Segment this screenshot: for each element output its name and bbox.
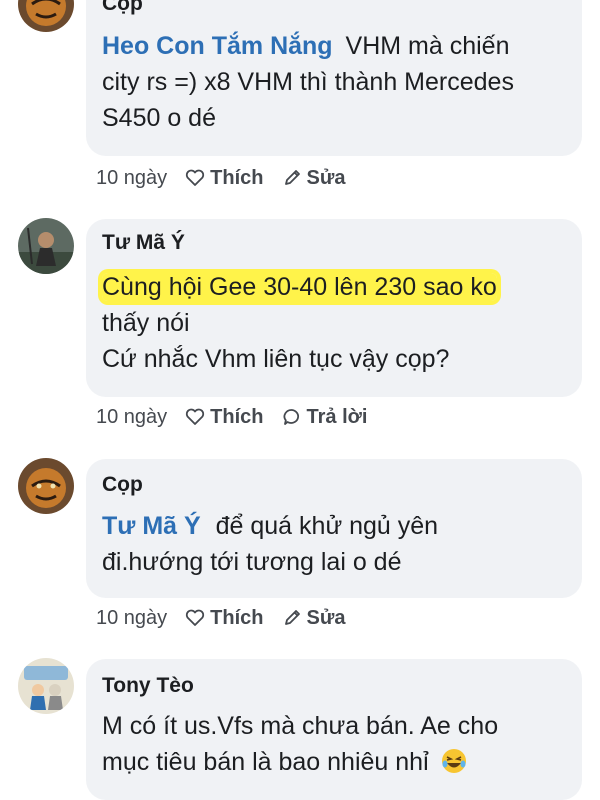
avatar-tu-ma-y[interactable] xyxy=(18,218,74,274)
comment-text-line: mục tiêu bán là bao nhiêu nhỉ xyxy=(102,748,429,776)
speech-bubble-icon xyxy=(283,409,299,425)
like-button[interactable]: Thích xyxy=(185,166,264,190)
comment-time[interactable]: 10 ngày xyxy=(96,406,167,429)
comment-bubble: Cọp Tư Mã Ý để quá khử ngủ yên đi.hướng … xyxy=(86,459,582,598)
laughing-emoji-icon xyxy=(440,747,468,775)
comment-text-line: để quá khử ngủ yên xyxy=(215,512,439,540)
comment-text-line: M có ít us.Vfs mà chưa bán. Ae cho xyxy=(102,712,499,740)
comment-text-line: S450 o dé xyxy=(102,104,216,132)
like-button[interactable]: Thích xyxy=(185,606,264,630)
pencil-icon xyxy=(284,610,300,625)
comment-author[interactable]: Cọp xyxy=(102,473,143,497)
edit-label: Sửa xyxy=(306,606,346,629)
comment-text-line: VHM mà chiến xyxy=(345,32,510,60)
heart-outline-icon xyxy=(186,609,205,626)
comment-time[interactable]: 10 ngày xyxy=(96,167,167,190)
avatar-cop[interactable] xyxy=(18,0,74,32)
avatar-tony-teo[interactable] xyxy=(18,658,74,714)
comment-bubble: Tư Mã Ý Cùng hội Gee 30-40 lên 230 sao k… xyxy=(86,219,582,397)
comment-bubble: Tony Tèo M có ít us.Vfs mà chưa bán. Ae … xyxy=(86,659,582,800)
comment-bubble: Cọp Heo Con Tắm Nắng VHM mà chiến city r… xyxy=(86,0,582,156)
heart-outline-icon xyxy=(186,408,205,425)
comment-text: Heo Con Tắm Nắng VHM mà chiến city rs =)… xyxy=(102,28,568,136)
reply-button[interactable]: Trả lời xyxy=(282,405,368,429)
comment-text: Cùng hội Gee 30-40 lên 230 sao ko thấy n… xyxy=(102,269,568,377)
comment-author[interactable]: Cọp xyxy=(102,0,143,16)
comment-actions: 10 ngày Thích Sửa xyxy=(96,163,363,193)
comment-text: Tư Mã Ý để quá khử ngủ yên đi.hướng tới … xyxy=(102,508,568,580)
comment-text-line: city rs =) x8 VHM thì thành Mercedes xyxy=(102,68,514,96)
like-button[interactable]: Thích xyxy=(185,405,264,429)
avatar-cop[interactable] xyxy=(18,458,74,514)
reply-label: Trả lời xyxy=(306,405,368,428)
comment-text-line: đi.hướng tới tương lai o dé xyxy=(102,548,402,576)
edit-label: Sửa xyxy=(306,166,346,189)
comment-author[interactable]: Tư Mã Ý xyxy=(102,231,185,255)
comment-actions: 10 ngày Thích Sửa xyxy=(96,603,363,633)
comment-time[interactable]: 10 ngày xyxy=(96,607,167,630)
mention-link[interactable]: Heo Con Tắm Nắng xyxy=(102,32,333,60)
like-label: Thích xyxy=(210,606,264,629)
comment-actions: 10 ngày Thích Trả lời xyxy=(96,402,385,432)
highlighted-text: Cùng hội Gee 30-40 lên 230 sao ko xyxy=(102,273,497,301)
comment-text-line: thấy nói xyxy=(102,309,190,337)
like-label: Thích xyxy=(210,405,264,428)
mention-link[interactable]: Tư Mã Ý xyxy=(102,512,201,540)
comment-author[interactable]: Tony Tèo xyxy=(102,674,194,698)
edit-button[interactable]: Sửa xyxy=(282,606,346,630)
pencil-icon xyxy=(284,170,300,185)
like-label: Thích xyxy=(210,166,264,189)
comment-text-line: Cứ nhắc Vhm liên tục vậy cọp? xyxy=(102,345,450,373)
comment-text: M có ít us.Vfs mà chưa bán. Ae cho mục t… xyxy=(102,708,568,780)
heart-outline-icon xyxy=(186,169,205,186)
edit-button[interactable]: Sửa xyxy=(282,166,346,190)
